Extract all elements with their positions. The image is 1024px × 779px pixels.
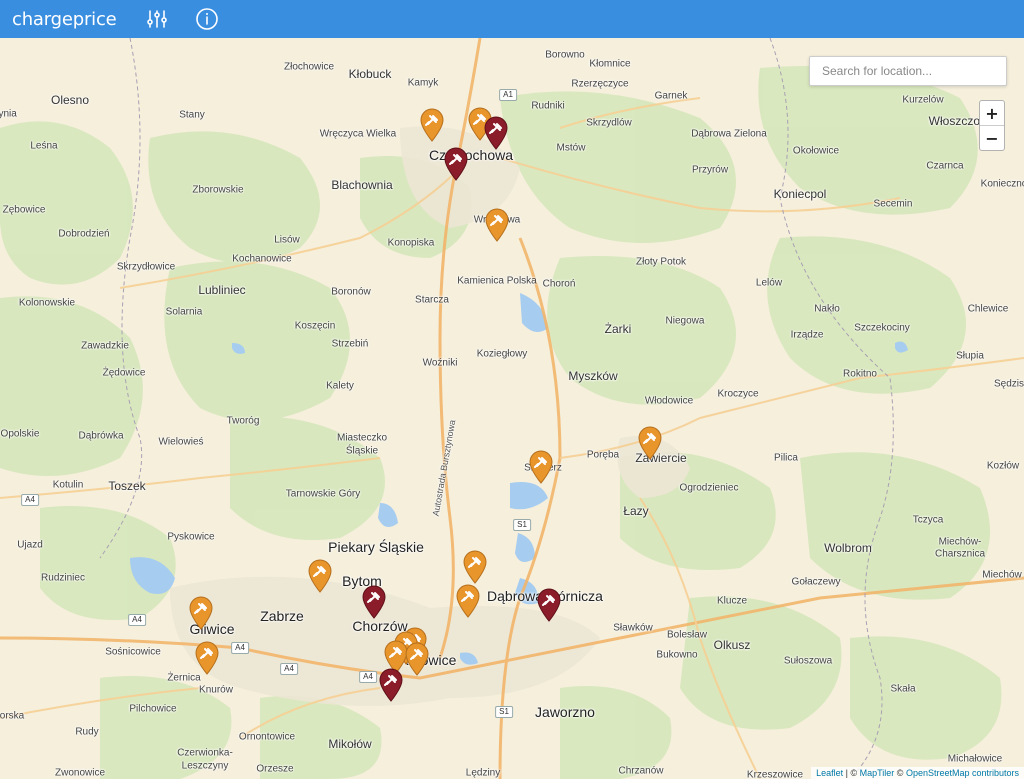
charging-station-pin[interactable] — [378, 668, 404, 702]
chargeprice-logo[interactable]: chargeprice — [12, 9, 122, 30]
attribution-separator: © — [894, 768, 906, 778]
map-attribution: Leaflet | © MapTiler © OpenStreetMap con… — [811, 767, 1024, 779]
charging-station-pin[interactable] — [484, 208, 510, 242]
map[interactable]: Częstochowa Gliwice Zabrze Bytom Chorzów… — [0, 38, 1024, 779]
charging-station-pin[interactable] — [443, 147, 469, 181]
charging-station-pin[interactable] — [361, 585, 387, 619]
charging-station-pin[interactable] — [536, 588, 562, 622]
location-search-input[interactable] — [809, 56, 1007, 86]
zoom-out-button[interactable]: − — [980, 125, 1004, 150]
leaflet-link[interactable]: Leaflet — [816, 768, 843, 778]
attribution-separator: | © — [843, 768, 860, 778]
charging-station-pin[interactable] — [462, 550, 488, 584]
app-header: chargeprice — [0, 0, 1024, 38]
charging-station-pin[interactable] — [637, 426, 663, 460]
charging-station-pin[interactable] — [404, 642, 430, 676]
charging-station-pin[interactable] — [483, 116, 509, 150]
charging-station-pin[interactable] — [307, 559, 333, 593]
sliders-icon[interactable] — [142, 4, 172, 34]
charging-station-markers — [0, 38, 1024, 779]
charging-station-pin[interactable] — [194, 641, 220, 675]
info-icon[interactable] — [192, 4, 222, 34]
charging-station-pin[interactable] — [528, 450, 554, 484]
charging-station-pin[interactable] — [188, 596, 214, 630]
charging-station-pin[interactable] — [419, 108, 445, 142]
zoom-control: + − — [979, 100, 1005, 151]
maptiler-link[interactable]: MapTiler — [860, 768, 895, 778]
osm-link[interactable]: OpenStreetMap contributors — [906, 768, 1019, 778]
charging-station-pin[interactable] — [455, 584, 481, 618]
zoom-in-button[interactable]: + — [980, 101, 1004, 125]
